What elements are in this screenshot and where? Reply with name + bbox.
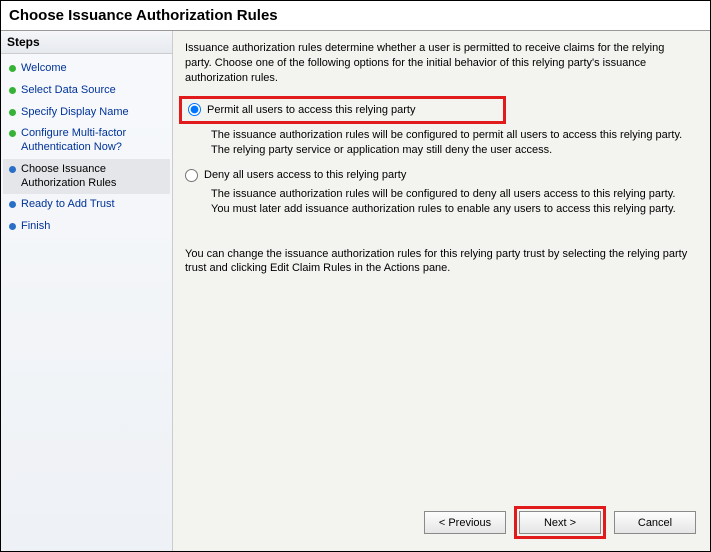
option-deny-all-desc: The issuance authorization rules will be… — [211, 187, 692, 217]
radio-permit-all[interactable] — [188, 103, 201, 116]
main-panel: Issuance authorization rules determine w… — [173, 31, 710, 551]
step-welcome[interactable]: Welcome — [3, 58, 170, 80]
step-configure-mfa[interactable]: Configure Multi-factor Authentication No… — [3, 123, 170, 159]
option-deny-all-label: Deny all users access to this relying pa… — [204, 168, 406, 183]
step-label: Specify Display Name — [21, 106, 129, 120]
step-ready-to-add-trust[interactable]: Ready to Add Trust — [3, 194, 170, 216]
option-permit-all-highlight: Permit all users to access this relying … — [179, 96, 506, 125]
step-label: Welcome — [21, 62, 67, 76]
radio-deny-all[interactable] — [185, 169, 198, 182]
intro-text: Issuance authorization rules determine w… — [185, 41, 692, 86]
bullet-done-icon — [9, 109, 16, 116]
bullet-done-icon — [9, 87, 16, 94]
note-text: You can change the issuance authorizatio… — [185, 247, 692, 277]
step-label: Configure Multi-factor Authentication No… — [21, 127, 164, 155]
step-select-data-source[interactable]: Select Data Source — [3, 80, 170, 102]
option-permit-all-label: Permit all users to access this relying … — [207, 103, 415, 118]
cancel-button[interactable]: Cancel — [614, 511, 696, 534]
step-label: Choose Issuance Authorization Rules — [21, 163, 164, 191]
button-row: < Previous Next > Cancel — [173, 498, 710, 551]
step-label: Ready to Add Trust — [21, 198, 115, 212]
step-finish[interactable]: Finish — [3, 216, 170, 238]
next-button-highlight: Next > — [514, 506, 606, 539]
next-button[interactable]: Next > — [519, 511, 601, 534]
previous-button[interactable]: < Previous — [424, 511, 506, 534]
option-permit-all-desc: The issuance authorization rules will be… — [211, 128, 692, 158]
wizard-window: Choose Issuance Authorization Rules Step… — [0, 0, 711, 552]
bullet-current-icon — [9, 166, 16, 173]
step-label: Select Data Source — [21, 84, 116, 98]
step-specify-display-name[interactable]: Specify Display Name — [3, 102, 170, 124]
steps-header: Steps — [1, 31, 172, 54]
page-title: Choose Issuance Authorization Rules — [1, 1, 710, 31]
option-deny-all-block: Deny all users access to this relying pa… — [185, 168, 692, 217]
bullet-todo-icon — [9, 223, 16, 230]
bullet-done-icon — [9, 130, 16, 137]
option-deny-all[interactable]: Deny all users access to this relying pa… — [185, 168, 692, 183]
bullet-todo-icon — [9, 201, 16, 208]
step-choose-issuance-rules[interactable]: Choose Issuance Authorization Rules — [3, 159, 170, 195]
step-label: Finish — [21, 220, 50, 234]
steps-sidebar: Steps Welcome Select Data Source Specify… — [1, 31, 173, 551]
content-area: Issuance authorization rules determine w… — [173, 31, 710, 498]
wizard-body: Steps Welcome Select Data Source Specify… — [1, 31, 710, 551]
steps-list: Welcome Select Data Source Specify Displ… — [1, 54, 172, 242]
bullet-done-icon — [9, 65, 16, 72]
option-permit-all[interactable]: Permit all users to access this relying … — [188, 103, 497, 118]
